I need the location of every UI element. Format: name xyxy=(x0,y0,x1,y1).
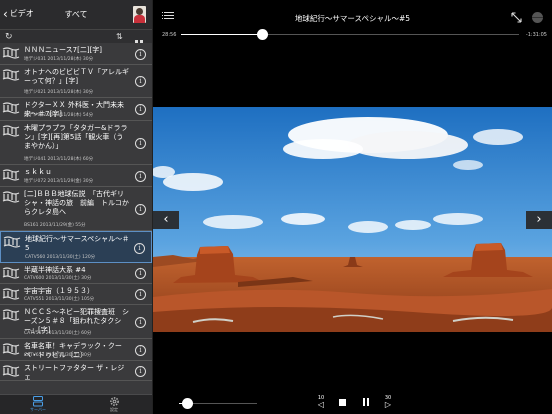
list-item[interactable]: ｓｋｋｕ 地デジ072 2013/11/29(金) 30分 i xyxy=(0,165,152,187)
skip-back-button[interactable]: 10 ◁ xyxy=(313,394,329,410)
list-item-meta: 地デジ072 2013/11/29(金) 30分 xyxy=(24,179,94,184)
info-icon[interactable]: i xyxy=(135,268,146,279)
avatar-icon[interactable] xyxy=(133,6,146,23)
seek-bar[interactable] xyxy=(181,29,519,40)
list-item-title: オトナへのビビビＴＶ「アレルギーって何？」[字] xyxy=(24,68,129,85)
info-icon[interactable]: i xyxy=(135,345,146,356)
grid-view-icon[interactable] xyxy=(135,33,143,48)
volume-slider[interactable] xyxy=(179,398,257,409)
recording-icon xyxy=(2,267,20,279)
list-item-meta: CATV561 2013/11/30(土) 60分 xyxy=(24,331,92,336)
list-item-meta: 地デジ041 2013/11/28(木) 60分 xyxy=(24,157,94,162)
list-item-title: [二]ＢＢＢ地球伝説 「古代ギリシャ・神話の旅 前編 トルコからクレタ島へ xyxy=(24,190,129,216)
info-icon[interactable]: i xyxy=(135,138,146,149)
stop-button[interactable] xyxy=(336,394,348,410)
list-toolbar: ↻ ⇅ xyxy=(0,29,152,48)
info-icon[interactable]: i xyxy=(135,317,146,328)
tab-settings[interactable]: 設定 xyxy=(94,396,134,412)
list-item-title: 宇宙宇宙（１９５３） xyxy=(24,287,94,295)
globe-icon[interactable] xyxy=(532,12,543,23)
server-icon xyxy=(33,396,43,407)
back-button[interactable]: ‹ ビデオ xyxy=(3,6,34,21)
next-arrow-icon[interactable]: › xyxy=(526,211,552,229)
list-item-meta: 地デジ031 2013/11/28(木) 30分 xyxy=(24,57,94,62)
list-item-title: 木曜プラプラ「タタガー&ドララン」[字][再]第5話「観火車（うまやかん）」 xyxy=(24,124,128,150)
stop-icon xyxy=(339,399,346,406)
list-item[interactable]: ストリートファタター ザ・レジェ i xyxy=(0,361,152,381)
video-frame[interactable] xyxy=(153,107,552,332)
info-icon[interactable]: i xyxy=(134,243,145,254)
list-item-meta: BS161 2013/11/29(金) 55分 xyxy=(24,223,86,228)
list-item[interactable]: 地球紀行～サマースペシャル～＃5 CATV560 2013/11/30(土) 12… xyxy=(0,231,152,263)
recording-icon xyxy=(2,125,20,137)
back-chevron-icon: ‹ xyxy=(3,6,8,21)
info-icon[interactable]: i xyxy=(135,76,146,87)
recording-icon xyxy=(2,69,20,81)
list-item-title: 半蔵半神話大系 #4 xyxy=(24,266,86,274)
recording-icon xyxy=(2,343,20,355)
list-item-title: 地球紀行～サマースペシャル～＃5 xyxy=(25,235,130,252)
recording-icon xyxy=(2,191,20,203)
list-item-meta: 地デジ021 2013/11/28(木) 30分 xyxy=(24,90,94,95)
recording-icon xyxy=(2,102,20,114)
settings-gear-icon xyxy=(109,397,119,406)
list-item[interactable]: ドクターＸＸ 外科医・大門未未来～＃7[字] 地デジ012 2013/11/28(… xyxy=(0,98,152,121)
list-item[interactable]: 木曜プラプラ「タタガー&ドララン」[字][再]第5話「観火車（うまやかん）」地デ… xyxy=(0,121,152,165)
list-item-meta: CATV600 2013/11/30(土) 30分 xyxy=(24,276,92,281)
seek-progress xyxy=(181,34,263,35)
tab-server-label: サーバー xyxy=(30,407,46,412)
recording-list: ＮＮＮニュース7[二][字] 地デジ031 2013/11/28(木) 30分 i オ… xyxy=(0,43,152,394)
list-item[interactable]: 名車名車！キャデラック・クーペ・ドゥビル（二） CATV652 2013/11/3… xyxy=(0,339,152,361)
seek-thumb[interactable] xyxy=(257,29,269,40)
menu-icon[interactable] xyxy=(162,11,174,21)
recording-icon xyxy=(3,236,21,248)
list-item-title: ＮＮＮニュース7[二][字] xyxy=(24,46,103,54)
back-button-label: ビデオ xyxy=(9,9,34,18)
player-title: 地球紀行～サマースペシャル～#5 xyxy=(294,14,411,23)
list-item[interactable]: 半蔵半神話大系 #4 CATV600 2013/11/30(土) 30分 i xyxy=(0,263,152,284)
list-header: ‹ ビデオ すべて xyxy=(0,0,152,29)
time-elapsed: 28:56 xyxy=(162,32,177,38)
list-item[interactable]: ＮＮＮニュース7[二][字] 地デジ031 2013/11/28(木) 30分 i xyxy=(0,43,152,65)
tab-settings-label: 設定 xyxy=(110,407,118,412)
recording-icon xyxy=(2,169,20,181)
list-item-title: ストリートファタター ザ・レジェ xyxy=(24,364,125,381)
list-item-meta: CATV560 2013/11/30(土) 120分 xyxy=(25,255,96,260)
recording-icon xyxy=(2,309,20,321)
recording-list-panel: ‹ ビデオ すべて ↻ ⇅ ＮＮＮニュース7[二][字] 地デジ031 2013/… xyxy=(0,0,152,414)
refresh-icon[interactable]: ↻ xyxy=(5,31,13,43)
skip-forward-icon: ▷ xyxy=(384,400,392,409)
tab-bar: サーバー 設定 xyxy=(0,394,152,414)
pause-button[interactable] xyxy=(360,394,372,410)
list-item[interactable]: [二]ＢＢＢ地球伝説 「古代ギリシャ・神話の旅 前編 トルコからクレタ島へ BS1… xyxy=(0,187,152,231)
info-icon[interactable]: i xyxy=(135,104,146,115)
list-item[interactable]: ＮＣＣＳ～ネビー犯罪捜査班 シーズン５＃８「狙われたタクシー」[字] CATV56… xyxy=(0,305,152,339)
expand-icon[interactable] xyxy=(511,12,522,23)
info-icon[interactable]: i xyxy=(135,204,146,215)
info-icon[interactable]: i xyxy=(135,49,146,60)
recording-icon xyxy=(2,47,20,59)
list-item-meta: 地デジ012 2013/11/28(木) 54分 xyxy=(24,113,94,118)
tab-server[interactable]: サーバー xyxy=(18,396,58,412)
video-player: 地球紀行～サマースペシャル～#5 28:56 -1:31:05 ‹ › 10 ◁… xyxy=(153,0,552,414)
list-item[interactable]: オトナへのビビビＴＶ「アレルギーって何？」[字] 地デジ021 2013/11/2… xyxy=(0,65,152,98)
sort-icon[interactable]: ⇅ xyxy=(116,31,123,43)
skip-back-icon: ◁ xyxy=(317,400,325,409)
time-remaining: -1:31:05 xyxy=(525,32,547,38)
list-item-title: ｓｋｋｕ xyxy=(24,168,52,176)
recording-icon xyxy=(2,365,20,377)
pause-icon xyxy=(363,398,365,406)
list-item[interactable]: 宇宙宇宙（１９５３） CATV551 2013/11/30(土) 105分 i xyxy=(0,284,152,305)
info-icon[interactable]: i xyxy=(135,366,146,377)
list-item-meta: CATV551 2013/11/30(土) 105分 xyxy=(24,297,95,302)
skip-forward-button[interactable]: 30 ▷ xyxy=(380,394,396,410)
list-item-meta: CATV652 2013/11/30(土) 30分 xyxy=(24,353,92,358)
info-icon[interactable]: i xyxy=(135,171,146,182)
prev-arrow-icon[interactable]: ‹ xyxy=(153,211,179,229)
info-icon[interactable]: i xyxy=(135,289,146,300)
volume-thumb[interactable] xyxy=(181,398,193,409)
recording-icon xyxy=(2,288,20,300)
